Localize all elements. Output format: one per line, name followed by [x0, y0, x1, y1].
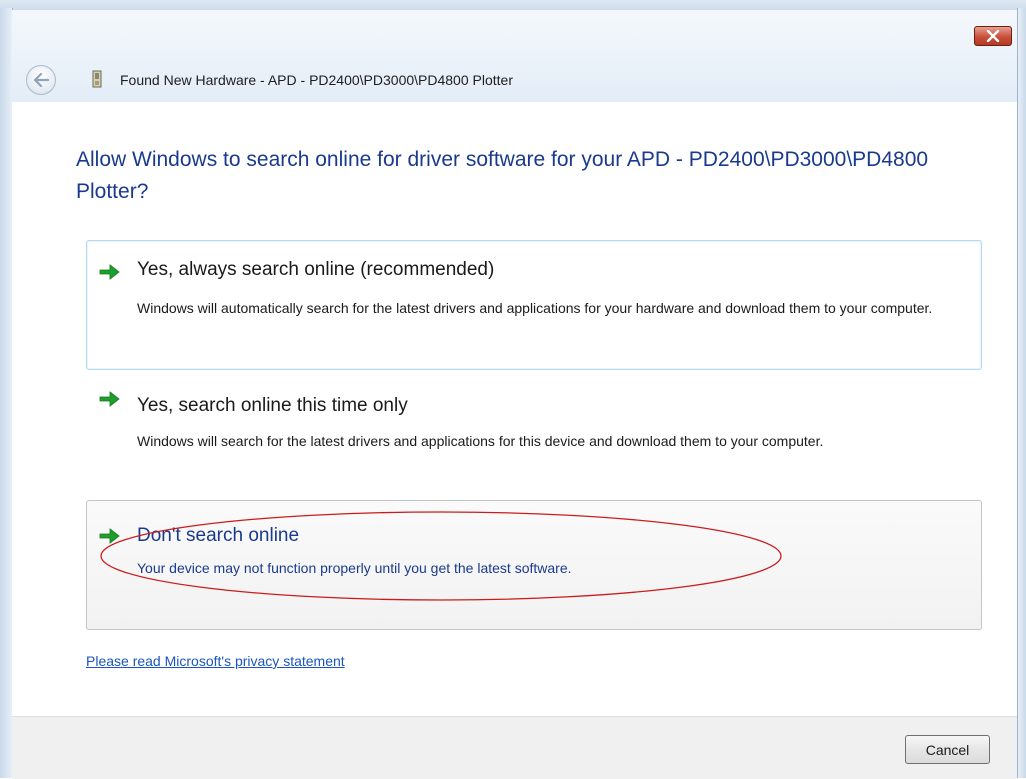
cancel-button[interactable]: Cancel [905, 735, 990, 764]
close-button[interactable] [974, 26, 1012, 46]
green-arrow-icon [99, 391, 120, 407]
privacy-statement-link[interactable]: Please read Microsoft's privacy statemen… [86, 653, 345, 669]
option-description: Windows will search for the latest drive… [137, 433, 824, 449]
option-title: Yes, always search online (recommended) [137, 259, 495, 280]
option-description: Windows will automatically search for th… [137, 300, 933, 316]
option-title: Yes, search online this time only [137, 395, 408, 416]
option-always-search-online[interactable]: Yes, always search online (recommended) … [86, 240, 982, 370]
window-frame-right [1017, 8, 1026, 778]
window-frame-top [0, 0, 1026, 10]
back-arrow-icon [33, 73, 49, 87]
close-icon [986, 30, 1000, 42]
green-arrow-icon [99, 264, 120, 280]
window-title: Found New Hardware - APD - PD2400\PD3000… [120, 72, 513, 88]
back-button[interactable] [26, 65, 56, 95]
dialog-window: Found New Hardware - APD - PD2400\PD3000… [0, 0, 1026, 779]
option-search-online-once[interactable]: Yes, search online this time only Window… [86, 385, 982, 490]
red-ellipse-annotation [100, 511, 782, 601]
title-bar [12, 10, 1017, 102]
page-heading: Allow Windows to search online for drive… [76, 148, 929, 203]
dialog-footer [12, 716, 1017, 779]
hardware-device-icon [92, 70, 102, 88]
